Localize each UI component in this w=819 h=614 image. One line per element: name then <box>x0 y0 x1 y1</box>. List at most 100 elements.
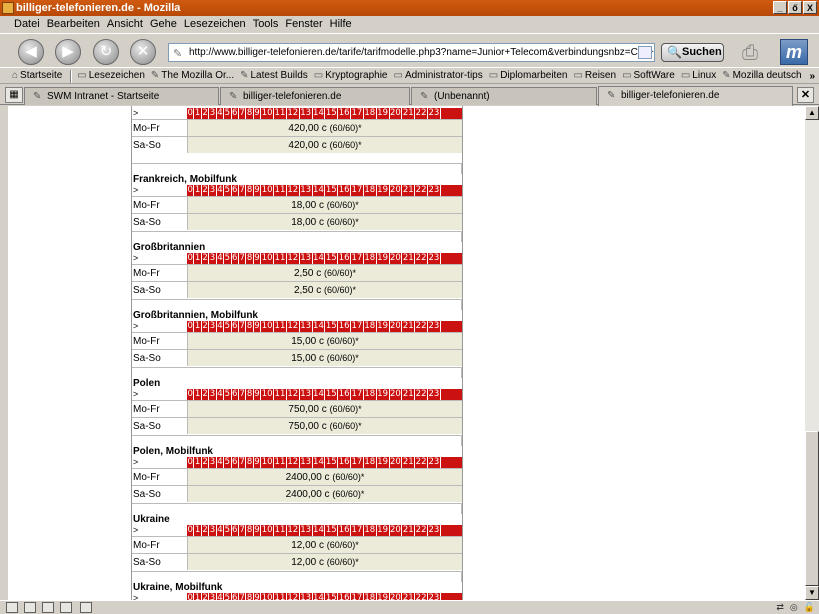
bookmark-the-mozilla-or[interactable]: ✎ The Mozilla Or... <box>151 68 234 83</box>
menu-lesezeichen[interactable]: Lesezeichen <box>184 16 246 33</box>
day-label: Sa-So <box>131 137 188 153</box>
hour-cell: 22 <box>415 108 428 119</box>
bookmarks-overflow-chevron-icon[interactable]: » <box>809 68 815 83</box>
menu-fenster[interactable]: Fenster <box>285 16 322 33</box>
hour-cell: 10 <box>261 185 275 196</box>
hour-cell: 20 <box>390 593 403 600</box>
url-field[interactable]: ✎ http://www.billiger-telefonieren.de/ta… <box>168 43 655 62</box>
bookmark-administrator-tips[interactable]: ▭ Administrator-tips <box>393 68 482 83</box>
bookmark-mozilla-deutsch[interactable]: ✎ Mozilla deutsch <box>722 68 801 83</box>
sidebar-grippy[interactable] <box>0 106 8 600</box>
navigation-toolbar: ◀ ▶ ↻ ✕ ✎ http://www.billiger-telefonier… <box>0 33 819 67</box>
tab-billiger-telefonieren-active[interactable]: ✎ billiger-telefonieren.de <box>598 86 793 106</box>
close-window-button[interactable]: X <box>803 1 817 14</box>
addressbook-icon[interactable] <box>60 602 72 613</box>
close-tab-button[interactable]: ✕ <box>797 87 814 103</box>
hour-cell: 6 <box>232 525 239 536</box>
tariff-block: Frankreich, Mobilfunk >0 1 2 3 4 5 6 7 8 9 10 11 12 13… <box>131 163 462 231</box>
hour-cell: 15 <box>325 525 339 536</box>
search-button[interactable]: 🔍 Suchen <box>661 43 724 62</box>
menu-hilfe[interactable]: Hilfe <box>330 16 352 33</box>
bookmark-kryptographie[interactable]: ▭ Kryptographie <box>314 68 388 83</box>
hour-cell: 2 <box>202 108 210 119</box>
hour-cell: 16 <box>338 593 352 600</box>
hour-cell: 16 <box>338 253 352 264</box>
menu-gehe[interactable]: Gehe <box>150 16 177 33</box>
bookmark-label: Administrator-tips <box>404 70 483 81</box>
folder-icon: ▭ <box>488 70 499 81</box>
hour-marker: > <box>133 457 139 467</box>
hour-cell: 21 <box>402 457 416 468</box>
bookmark-software[interactable]: ▭ SoftWare <box>622 68 675 83</box>
reload-button[interactable]: ↻ <box>93 39 119 65</box>
menu-tools[interactable]: Tools <box>253 16 279 33</box>
bookmark-lesezeichen[interactable]: ▭ Lesezeichen <box>77 68 145 83</box>
bookmark-label: Mozilla deutsch <box>732 70 802 81</box>
hour-cell: 12 <box>287 185 300 196</box>
bookmark-icon: ✎ <box>607 90 616 101</box>
bookmark-diplomarbeiten[interactable]: ▭ Diplomarbeiten <box>489 68 568 83</box>
hour-cell: 5 <box>224 185 232 196</box>
online-status-icon[interactable]: ⇄ <box>776 601 784 614</box>
vertical-scrollbar[interactable]: ▲ ▼ <box>805 106 819 600</box>
scroll-thumb[interactable] <box>805 431 819 586</box>
bookmark-latest-builds[interactable]: ✎ Latest Builds <box>240 68 308 83</box>
hour-header-row: >0 1 2 3 4 5 6 7 8 9 10 11 12 13 14 15 16 17 18 19 20 21 22 23 <box>131 525 462 536</box>
hour-cell: 4 <box>217 253 225 264</box>
bookmark-startseite[interactable]: ⌂ Startseite <box>12 68 62 83</box>
hour-cell: 18 <box>364 108 377 119</box>
scroll-up-arrow-icon[interactable]: ▲ <box>805 106 819 120</box>
hour-cell: 2 <box>202 185 210 196</box>
scroll-down-arrow-icon[interactable]: ▼ <box>805 586 819 600</box>
day-label: Mo-Fr <box>131 469 188 485</box>
back-button[interactable]: ◀ <box>18 39 44 65</box>
hour-cell: 5 <box>224 525 232 536</box>
price-value: 15,00 c <box>291 336 324 347</box>
hour-cell: 11 <box>274 108 287 119</box>
security-lock-icon[interactable]: 🔓 <box>804 601 815 614</box>
hour-cell: 1 <box>194 185 202 196</box>
price-cell: 750,00 c (60/60)* <box>188 418 462 434</box>
forward-button[interactable]: ▶ <box>55 39 81 65</box>
maximize-button[interactable]: ő <box>788 1 802 14</box>
hour-cell: 0 <box>187 457 195 468</box>
menu-datei[interactable]: Datei <box>14 16 40 33</box>
print-icon[interactable]: ⎙ <box>742 42 774 64</box>
composer-icon[interactable] <box>42 602 54 613</box>
hour-cell: 4 <box>217 457 225 468</box>
url-dropdown-icon[interactable] <box>638 46 652 59</box>
irc-icon[interactable] <box>80 602 92 613</box>
hour-cell: 2 <box>202 389 210 400</box>
menu-ansicht[interactable]: Ansicht <box>107 16 143 33</box>
tariff-block: Großbritannien >0 1 2 3 4 5 6 7 8 9 10 11 12 13 14 15 16 1… <box>131 231 462 299</box>
tab-billiger-telefonieren-1[interactable]: ✎ billiger-telefonieren.de <box>220 87 410 105</box>
cookie-icon[interactable]: ◎ <box>790 601 798 614</box>
menu-bearbeiten[interactable]: Bearbeiten <box>47 16 100 33</box>
bookmark-linux[interactable]: ▭ Linux <box>681 68 716 83</box>
hour-cell: 15 <box>325 253 339 264</box>
tariff-row-saso: Sa-So 420,00 c (60/60)* <box>131 136 462 153</box>
mozilla-throbber-icon[interactable]: m <box>780 39 808 65</box>
tab-swm-intranet[interactable]: ✎ SWM Intranet - Startseite <box>24 87 219 105</box>
hour-cell: 19 <box>377 253 390 264</box>
bookmark-reisen[interactable]: ▭ Reisen <box>573 68 616 83</box>
tab-unbenannt[interactable]: ✎ (Unbenannt) <box>411 87 597 105</box>
home-icon: ⌂ <box>12 70 19 81</box>
hour-cell: 23 <box>428 389 441 400</box>
hour-marker: > <box>133 321 139 331</box>
hour-cell: 3 <box>209 593 217 600</box>
hour-cell: 10 <box>261 525 275 536</box>
hour-cell: 16 <box>338 185 352 196</box>
mail-icon[interactable] <box>24 602 36 613</box>
minimize-button[interactable]: _ <box>773 1 787 14</box>
stop-button[interactable]: ✕ <box>130 39 156 65</box>
navigator-icon[interactable] <box>6 602 18 613</box>
new-tab-button[interactable]: ▦ <box>5 87 23 103</box>
row-spacer <box>131 231 462 242</box>
hour-cell: 8 <box>246 185 254 196</box>
hour-cell: 23 <box>428 108 441 119</box>
row-spacer <box>131 367 462 378</box>
hour-cell: 14 <box>313 389 326 400</box>
hour-cell: 22 <box>415 593 428 600</box>
hour-cell: 9 <box>254 525 262 536</box>
